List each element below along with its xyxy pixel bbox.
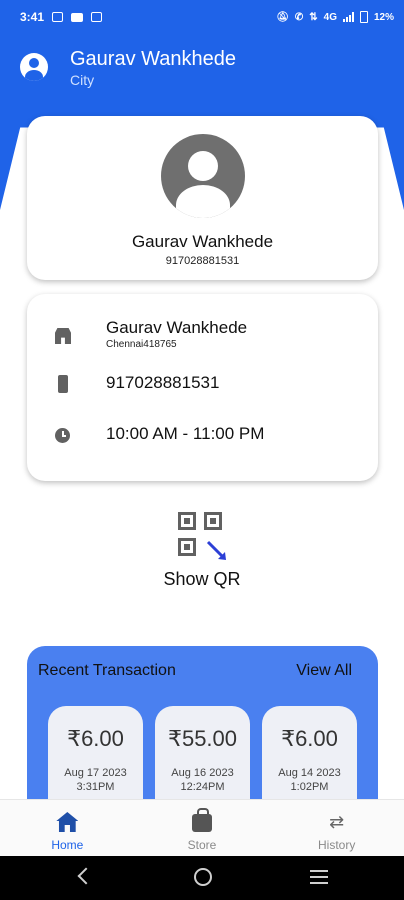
sim-icon	[91, 12, 103, 22]
sim-icon	[52, 12, 64, 22]
transaction-time: 12:24PM	[180, 781, 225, 793]
data-icon: ⇅	[309, 11, 318, 23]
store-info-card: Gaurav Wankhede Chennai418765 9170288815…	[27, 294, 378, 481]
profile-avatar-icon	[160, 134, 245, 218]
transaction-date: Aug 17 2023	[64, 767, 127, 779]
transaction-date: Aug 14 2023	[278, 767, 341, 779]
nav-store[interactable]: Store	[135, 800, 270, 856]
nav-home[interactable]: Home	[0, 800, 135, 856]
header-name: Gaurav Wankhede	[70, 47, 237, 70]
system-navigation-bar	[0, 856, 404, 900]
transaction-amount: ₹6.00	[67, 726, 124, 751]
nav-store-label: Store	[187, 838, 217, 852]
show-qr-button[interactable]: Show QR	[152, 512, 252, 590]
status-time: 3:41	[20, 10, 45, 24]
show-qr-label: Show QR	[163, 569, 241, 589]
app-header: Gaurav Wankhede City	[0, 34, 404, 100]
phone-row: 917028881531	[27, 373, 378, 395]
transaction-time: 1:02PM	[290, 781, 329, 793]
nav-history[interactable]: ⇄ History	[269, 800, 404, 856]
home-icon	[56, 812, 79, 832]
store-address: Chennai418765	[106, 339, 177, 350]
nav-home-label: Home	[51, 838, 84, 852]
battery-icon	[359, 11, 368, 23]
battery-percent: 12%	[373, 11, 394, 23]
store-icon	[55, 328, 71, 344]
store-hours: 10:00 AM - 11:00 PM	[106, 424, 265, 443]
profile-phone: 917028881531	[165, 255, 240, 267]
swap-arrows-icon: ⇄	[329, 812, 345, 832]
mute-icon: 🔕︎	[276, 11, 289, 23]
account-icon[interactable]	[20, 53, 48, 81]
transaction-amount: ₹6.00	[281, 726, 338, 751]
transaction-date: Aug 16 2023	[171, 767, 234, 779]
signal-icon	[342, 12, 354, 22]
recent-apps-icon[interactable]	[310, 870, 328, 884]
nav-history-label: History	[318, 838, 356, 852]
profile-name: Gaurav Wankhede	[131, 232, 274, 251]
recent-transactions-title: Recent Transaction	[38, 662, 176, 679]
mail-icon	[71, 12, 84, 22]
wifi-calling-icon: ✆	[294, 11, 304, 23]
qr-code-icon	[178, 512, 226, 560]
back-icon[interactable]	[77, 867, 95, 885]
clock-icon	[55, 428, 70, 443]
shopping-bag-icon	[192, 808, 212, 832]
store-row: Gaurav Wankhede Chennai418765	[27, 318, 378, 352]
network-type: 4G	[323, 11, 337, 23]
header-city: City	[70, 71, 95, 88]
home-circle-icon[interactable]	[194, 868, 212, 886]
phone-icon	[58, 375, 68, 393]
profile-card: Gaurav Wankhede 917028881531	[27, 116, 378, 280]
transaction-amount: ₹55.00	[167, 726, 238, 751]
status-bar: 3:41 🔕︎ ✆ ⇅ 4G 12%	[0, 0, 404, 34]
store-name: Gaurav Wankhede	[106, 318, 248, 337]
transaction-time: 3:31PM	[76, 781, 115, 793]
hours-row: 10:00 AM - 11:00 PM	[27, 424, 378, 446]
view-all-link[interactable]: View All	[296, 662, 352, 680]
store-phone: 917028881531	[106, 373, 220, 392]
bottom-navigation: Home Store ⇄ History	[0, 799, 404, 856]
